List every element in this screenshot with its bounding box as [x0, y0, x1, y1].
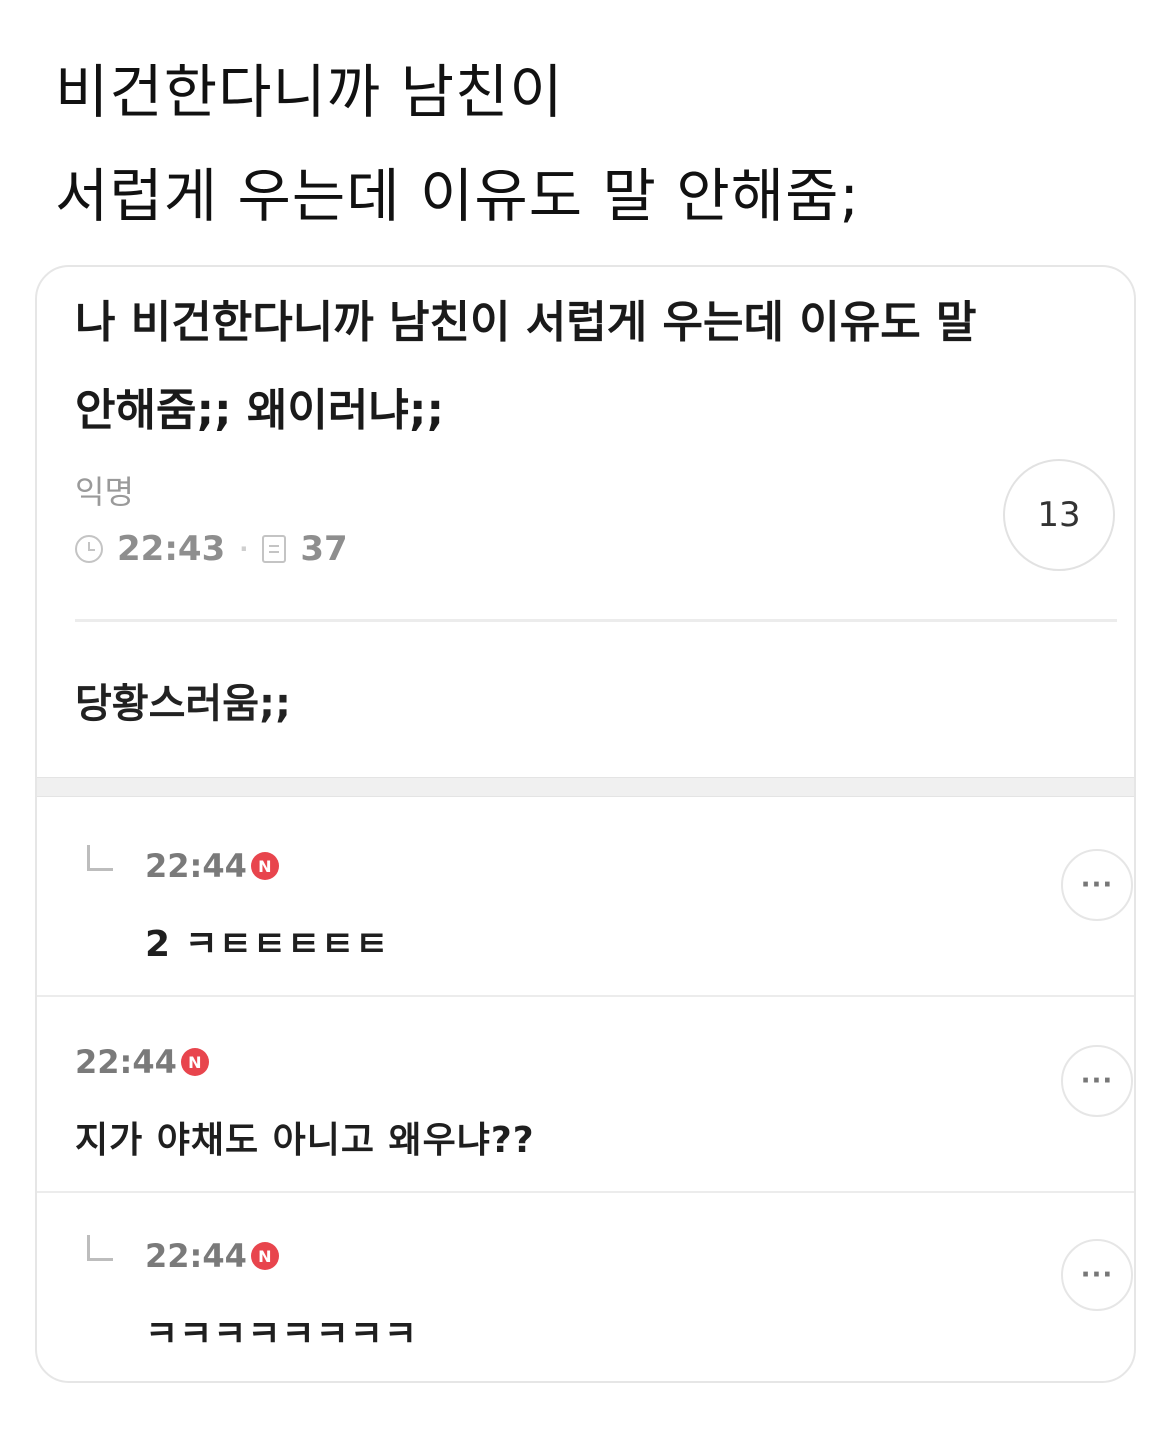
- new-badge: N: [250, 1242, 279, 1270]
- comment-time-row: 22:44 N: [145, 1237, 279, 1275]
- comment-text: ㅋㅋㅋㅋㅋㅋㅋㅋ: [145, 1314, 418, 1355]
- post-author: 익명: [75, 473, 134, 511]
- views-icon: [262, 535, 287, 563]
- reply-arrow-icon: [87, 845, 113, 871]
- clock-icon: [75, 535, 103, 563]
- comment-count-button[interactable]: 13: [1003, 459, 1115, 571]
- new-badge: N: [180, 1048, 209, 1076]
- post-views: 37: [300, 529, 348, 569]
- comment-time: 22:44: [145, 847, 247, 885]
- post-title-line-1: 나 비건한다니까 남친이 서럽게 우는데 이유도 말: [75, 297, 977, 348]
- divider: [75, 619, 1117, 622]
- post-meta: 22:43 · 37: [75, 529, 348, 569]
- tweet-line-2: 서럽게 우는데 이유도 말 안해줌;: [55, 162, 860, 230]
- post-title: 나 비건한다니까 남친이 서럽게 우는데 이유도 말 안해줌;; 왜이러냐;;: [75, 279, 1125, 455]
- post-time: 22:43: [117, 529, 226, 569]
- embedded-post-card[interactable]: 나 비건한다니까 남친이 서럽게 우는데 이유도 말 안해줌;; 왜이러냐;; …: [35, 265, 1136, 1383]
- meta-separator: ·: [239, 535, 249, 563]
- comment-text: 지가 야채도 아니고 왜우냐??: [75, 1120, 535, 1161]
- comment-time-row: 22:44 N: [75, 1043, 209, 1081]
- more-options-button[interactable]: ···: [1061, 849, 1133, 921]
- new-badge: N: [250, 852, 279, 880]
- comment-text: 2 ㅋㅌㅌㅌㅌㅌ: [145, 924, 390, 965]
- reply-arrow-icon: [87, 1235, 113, 1261]
- comment-time-row: 22:44 N: [145, 847, 279, 885]
- section-divider: [37, 777, 1134, 797]
- tweet-text: 비건한다니까 남친이 서럽게 우는데 이유도 말 안해줌;: [55, 40, 1135, 248]
- post-title-line-2: 안해줌;; 왜이러냐;;: [75, 385, 445, 436]
- post-body: 당황스러움;;: [75, 681, 291, 727]
- comment-item: 22:44 N ㅋㅋㅋㅋㅋㅋㅋㅋ ···: [37, 1193, 1134, 1381]
- tweet-line-1: 비건한다니까 남친이: [55, 58, 564, 126]
- more-options-button[interactable]: ···: [1061, 1239, 1133, 1311]
- comment-time: 22:44: [75, 1043, 177, 1081]
- more-options-button[interactable]: ···: [1061, 1045, 1133, 1117]
- comment-item: 22:44 N 지가 야채도 아니고 왜우냐?? ···: [37, 999, 1134, 1193]
- comment-time: 22:44: [145, 1237, 247, 1275]
- comment-item: 22:44 N 2 ㅋㅌㅌㅌㅌㅌ ···: [37, 803, 1134, 997]
